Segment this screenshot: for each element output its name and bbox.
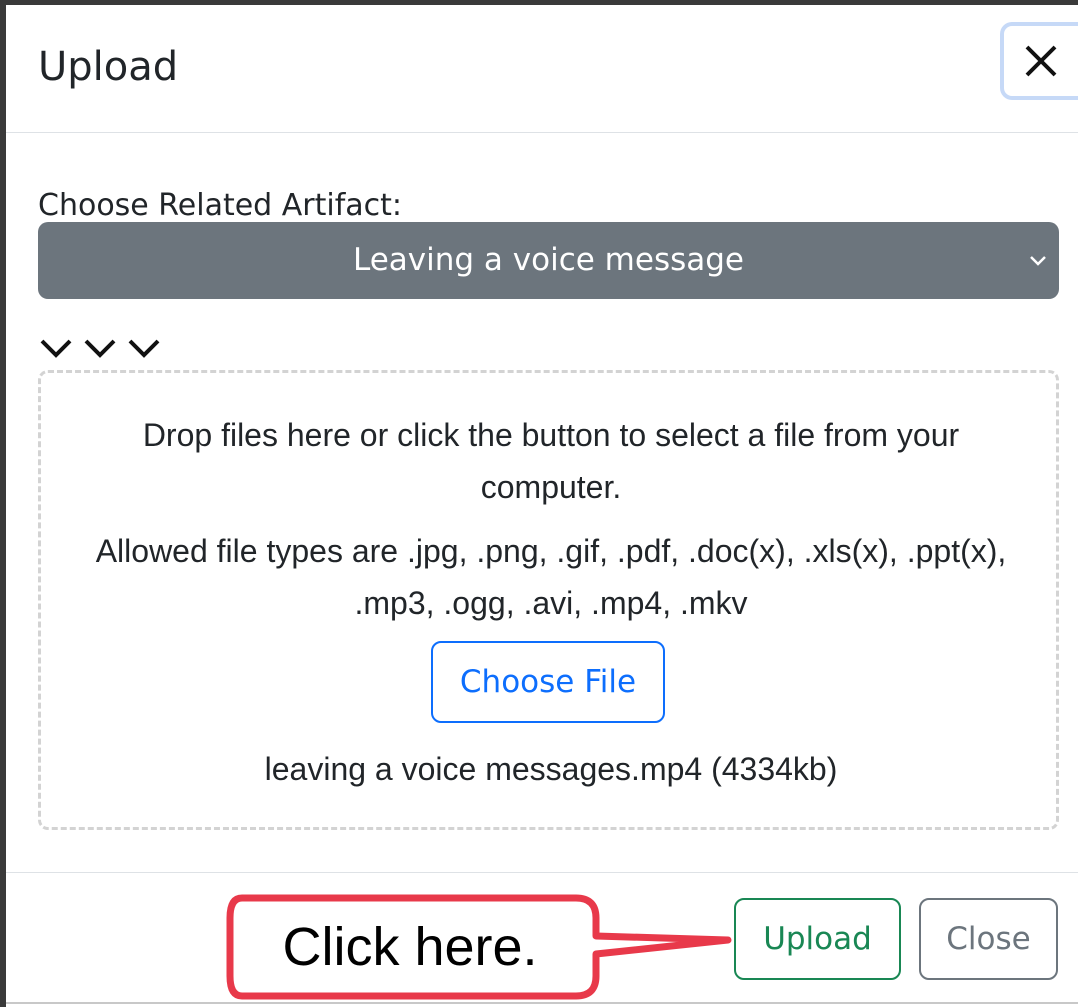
chevron-down-icon [1030, 256, 1046, 266]
arrow-down-icon [128, 339, 160, 358]
close-button[interactable]: Close [919, 898, 1058, 980]
close-icon [1025, 45, 1057, 77]
footer-divider [6, 872, 1078, 873]
upload-button[interactable]: Upload [734, 898, 901, 980]
click-here-callout: Click here. [222, 890, 742, 1007]
window-frame-left [0, 0, 6, 1007]
callout-text: Click here. [282, 917, 538, 977]
choose-file-button[interactable]: Choose File [431, 641, 665, 723]
modal-header: Upload [6, 5, 1078, 133]
allowed-file-types: Allowed file types are .jpg, .png, .gif,… [95, 533, 1007, 621]
arrow-down-icon [84, 339, 116, 358]
close-x-button[interactable] [1000, 22, 1078, 100]
modal-title: Upload [38, 44, 179, 90]
artifact-label: Choose Related Artifact: [38, 188, 403, 223]
artifact-select[interactable]: Leaving a voice message [38, 222, 1059, 299]
file-dropzone[interactable]: Drop files here or click the button to s… [38, 370, 1059, 830]
artifact-select-value: Leaving a voice message [353, 242, 744, 278]
selected-file-name: leaving a voice messages.mp4 (4334kb) [264, 751, 838, 787]
down-arrows [38, 333, 163, 361]
dropzone-instructions: Drop files here or click the button to s… [142, 417, 960, 505]
arrow-down-icon [40, 339, 72, 358]
